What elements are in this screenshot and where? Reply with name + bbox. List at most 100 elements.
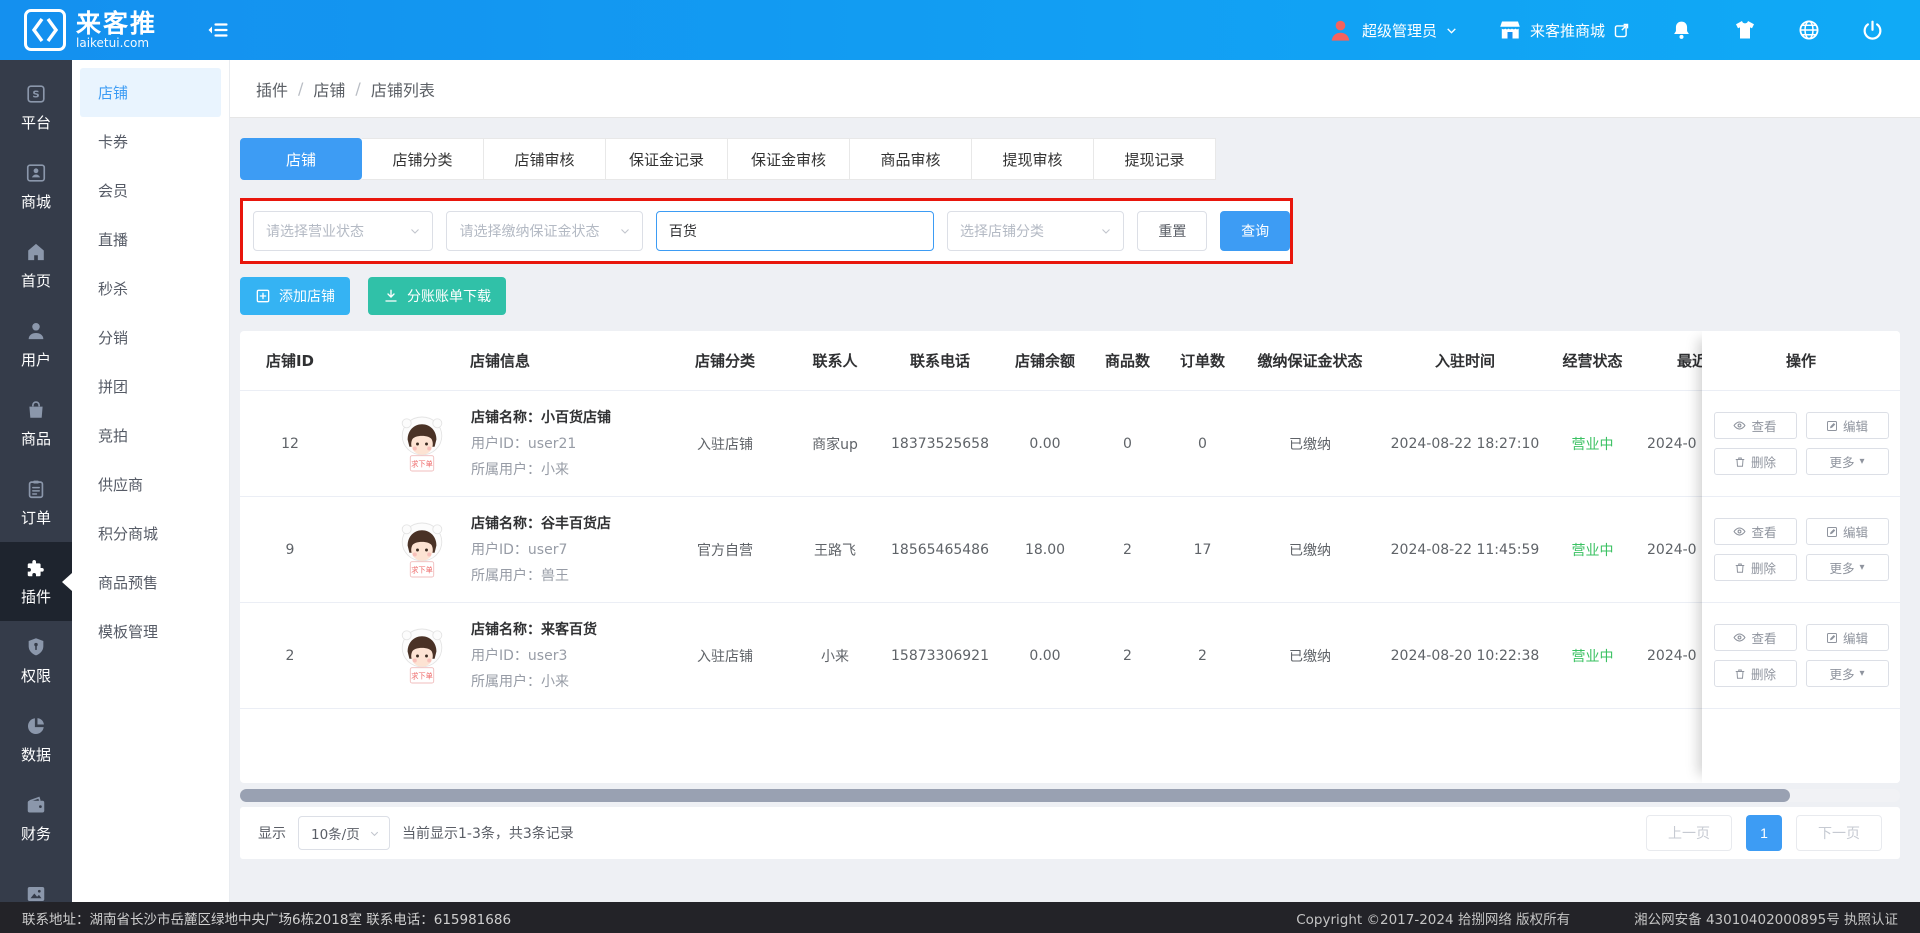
shop-info-cell: 求下单 店铺名称：谷丰百货店 用户ID：user7 所属用户：兽王: [340, 511, 660, 589]
delete-button[interactable]: 删除: [1714, 448, 1797, 475]
footer-address: 联系地址：湖南省长沙市岳麓区绿地中央广场6栋2018室 联系电话：6159816…: [22, 908, 511, 928]
submenu-item[interactable]: 拼团: [72, 362, 229, 411]
shop-category-select[interactable]: 选择店铺分类: [947, 211, 1124, 251]
view-button[interactable]: 查看: [1714, 518, 1797, 545]
trash-icon: [1734, 456, 1746, 468]
more-button[interactable]: 更多 ▾: [1806, 660, 1889, 687]
finance-icon: [25, 794, 47, 816]
delete-button[interactable]: 删除: [1714, 554, 1797, 581]
tab[interactable]: 商品审核: [850, 138, 972, 180]
mall-icon: [25, 162, 47, 184]
query-button[interactable]: 查询: [1220, 211, 1290, 251]
tab[interactable]: 店铺分类: [362, 138, 484, 180]
shop-phone: 18373525658: [880, 436, 1000, 452]
submenu-item[interactable]: 积分商城: [72, 509, 229, 558]
notification-bell-icon[interactable]: [1670, 19, 1693, 42]
submenu-item[interactable]: 商品预售: [72, 558, 229, 607]
breadcrumb-separator: /: [355, 79, 360, 98]
sidebar-item-label: 商品: [21, 428, 51, 449]
sidebar-item[interactable]: 商品: [0, 384, 72, 463]
deposit-status-select[interactable]: 请选择缴纳保证金状态: [446, 211, 642, 251]
sidebar-item[interactable]: S 平台: [0, 68, 72, 147]
edit-button[interactable]: 编辑: [1806, 518, 1889, 545]
tab[interactable]: 店铺: [240, 138, 362, 180]
media-icon: [25, 883, 47, 902]
admin-avatar-icon: [1327, 17, 1354, 44]
submenu-item[interactable]: 分销: [72, 313, 229, 362]
add-shop-button[interactable]: 添加店铺: [240, 277, 350, 315]
edit-button[interactable]: 编辑: [1806, 624, 1889, 651]
tab[interactable]: 提现审核: [972, 138, 1094, 180]
platform-icon: S: [25, 83, 47, 105]
app-logo[interactable]: 来客推 laiketui.com: [24, 9, 196, 51]
more-button[interactable]: 更多 ▾: [1806, 554, 1889, 581]
tab[interactable]: 保证金审核: [728, 138, 850, 180]
admin-menu[interactable]: 超级管理员: [1327, 17, 1458, 44]
sidebar-item[interactable]: 首页: [0, 226, 72, 305]
header-join-time: 入驻时间: [1380, 350, 1550, 371]
sidebar-item[interactable]: 插件: [0, 542, 72, 621]
breadcrumb-item[interactable]: 店铺列表: [371, 77, 435, 101]
trash-icon: [1734, 562, 1746, 574]
view-button[interactable]: 查看: [1714, 412, 1797, 439]
horizontal-scrollbar-thumb[interactable]: [240, 789, 1790, 802]
prev-page-button[interactable]: 上一页: [1646, 815, 1732, 851]
shop-search-input[interactable]: [657, 223, 933, 239]
tab-label: 店铺: [286, 149, 316, 170]
footer-beian[interactable]: 湘公网安备 43010402000895号 执照认证: [1634, 908, 1898, 928]
chevron-down-icon: [1099, 224, 1113, 238]
submenu-item-label: 直播: [98, 229, 128, 250]
tab[interactable]: 店铺审核: [484, 138, 606, 180]
sidebar-item[interactable]: 数据: [0, 700, 72, 779]
delete-button[interactable]: 删除: [1714, 660, 1797, 687]
tab-label: 店铺审核: [514, 149, 574, 170]
submenu-item[interactable]: 卡券: [72, 117, 229, 166]
shop-deposit-status: 已缴纳: [1240, 434, 1380, 454]
tshirt-icon[interactable]: [1733, 18, 1757, 42]
mall-label: 来客推商城: [1530, 20, 1605, 41]
shop-category-placeholder: 选择店铺分类: [960, 221, 1044, 241]
mall-link[interactable]: 来客推商城: [1498, 18, 1630, 42]
submenu-item-label: 店铺: [98, 82, 128, 103]
page-number-button[interactable]: 1: [1746, 815, 1782, 851]
next-page-button[interactable]: 下一页: [1796, 815, 1882, 851]
table-row: 12: [240, 391, 1900, 497]
reset-button[interactable]: 重置: [1137, 211, 1207, 251]
deposit-status-placeholder: 请选择缴纳保证金状态: [459, 221, 599, 241]
sidebar-item[interactable]: 用户: [0, 305, 72, 384]
sidebar-item[interactable]: 订单: [0, 463, 72, 542]
shop-deposit-status: 已缴纳: [1240, 646, 1380, 666]
submenu-item[interactable]: 模板管理: [72, 607, 229, 656]
sidebar-item[interactable]: [0, 858, 72, 902]
breadcrumb-item[interactable]: 插件: [256, 77, 288, 101]
submenu-item[interactable]: 会员: [72, 166, 229, 215]
chevron-down-icon: [368, 827, 381, 840]
submenu-item[interactable]: 竞拍: [72, 411, 229, 460]
tab[interactable]: 提现记录: [1094, 138, 1216, 180]
page-size-select[interactable]: 10条/页: [298, 816, 390, 850]
business-status-select[interactable]: 请选择营业状态: [253, 211, 433, 251]
submenu-item[interactable]: 直播: [72, 215, 229, 264]
sidebar-item[interactable]: 商城: [0, 147, 72, 226]
tab-label: 店铺分类: [392, 149, 452, 170]
header-goods-count: 商品数: [1090, 350, 1165, 371]
breadcrumb-item[interactable]: 店铺: [313, 77, 345, 101]
submenu-item[interactable]: 店铺: [80, 68, 221, 117]
submenu-item[interactable]: 供应商: [72, 460, 229, 509]
power-icon[interactable]: [1861, 19, 1884, 42]
download-bill-button[interactable]: 分账账单下载: [368, 277, 506, 315]
shop-deposit-status: 已缴纳: [1240, 540, 1380, 560]
globe-icon[interactable]: [1797, 18, 1821, 42]
edit-button[interactable]: 编辑: [1806, 412, 1889, 439]
view-button[interactable]: 查看: [1714, 624, 1797, 651]
shop-table: 店铺ID 店铺信息 店铺分类 联系人 联系电话 店铺余额 商品数 订单数 缴纳保…: [240, 331, 1900, 783]
tab[interactable]: 保证金记录: [606, 138, 728, 180]
sidebar-item[interactable]: 权限: [0, 621, 72, 700]
shop-balance: 0.00: [1000, 436, 1090, 452]
shop-join-time: 2024-08-22 11:45:59: [1380, 542, 1550, 558]
footer: 联系地址：湖南省长沙市岳麓区绿地中央广场6栋2018室 联系电话：6159816…: [0, 902, 1920, 933]
submenu-item[interactable]: 秒杀: [72, 264, 229, 313]
sidebar-item[interactable]: 财务: [0, 779, 72, 858]
collapse-menu-icon[interactable]: [206, 18, 230, 42]
more-button[interactable]: 更多 ▾: [1806, 448, 1889, 475]
